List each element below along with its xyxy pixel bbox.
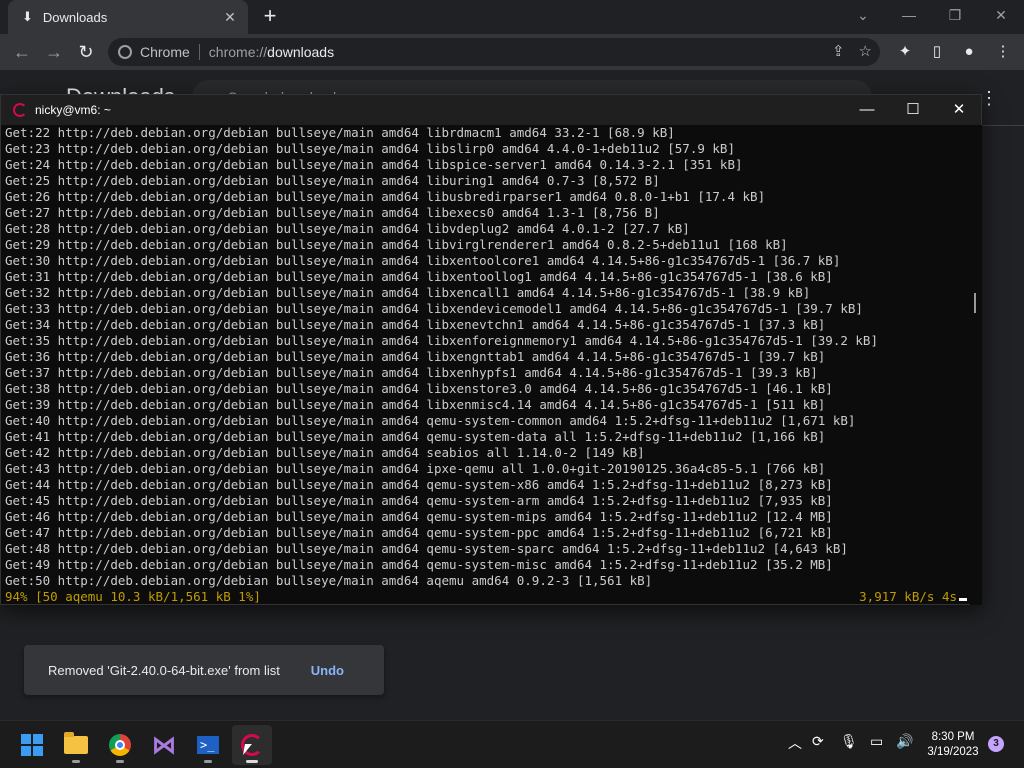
terminal-close-button[interactable]: ✕: [936, 98, 982, 122]
back-button[interactable]: ←: [10, 40, 34, 64]
terminal-title: nicky@vm6: ~: [35, 103, 111, 117]
omnibox-site-label: Chrome: [140, 44, 190, 60]
download-icon: ⬇: [22, 9, 33, 24]
tab-close-icon[interactable]: ✕: [222, 9, 238, 26]
tab-downloads[interactable]: ⬇ Downloads ✕: [8, 0, 248, 34]
taskbar-chrome[interactable]: [100, 725, 140, 765]
address-bar[interactable]: Chrome chrome:// downloads ⇪ ☆: [108, 38, 880, 66]
sync-icon[interactable]: ⟳: [812, 733, 824, 750]
terminal-maximize-button[interactable]: ☐: [890, 98, 936, 122]
terminal-line: Get:35 http://deb.debian.org/debian bull…: [5, 333, 878, 348]
terminal-cursor: [959, 598, 967, 601]
terminal-title-bar[interactable]: nicky@vm6: ~ — ☐ ✕: [1, 95, 981, 125]
system-clock[interactable]: 8:30 PM 3/19/2023: [920, 730, 986, 760]
downloads-menu-icon[interactable]: ⋮: [980, 88, 998, 109]
profile-icon[interactable]: ●: [958, 41, 980, 63]
restore-button[interactable]: ❐: [932, 4, 978, 28]
visual-studio-icon: ⋈: [152, 731, 176, 759]
terminal-line: Get:41 http://deb.debian.org/debian bull…: [5, 429, 826, 444]
start-button[interactable]: [12, 725, 52, 765]
menu-kebab-icon[interactable]: ⋮: [992, 41, 1014, 63]
terminal-scrollbar[interactable]: [970, 125, 982, 605]
taskbar: ⋈ >_ ︿ ⟳ 🎙 ▭ 🔊 8:30 PM 3/19/2023 3: [0, 720, 1024, 768]
windows-icon: [21, 734, 43, 756]
toast-message: Removed 'Git-2.40.0-64-bit.exe' from lis…: [48, 662, 280, 678]
running-indicator: [204, 760, 212, 763]
notification-badge[interactable]: 3: [988, 736, 1004, 752]
share-icon[interactable]: ⇪: [832, 42, 845, 60]
scrollbar-thumb[interactable]: [974, 293, 976, 313]
progress-status-line: 94% [50 aqemu 10.3 kB/1,561 kB 1%] 3,917…: [5, 589, 967, 605]
taskbar-powershell[interactable]: >_: [188, 725, 228, 765]
terminal-line: Get:25 http://deb.debian.org/debian bull…: [5, 173, 660, 188]
terminal-line: Get:23 http://deb.debian.org/debian bull…: [5, 141, 735, 156]
terminal-line: Get:30 http://deb.debian.org/debian bull…: [5, 253, 841, 268]
reload-button[interactable]: ↻: [74, 40, 98, 64]
tab-title: Downloads: [42, 9, 108, 25]
terminal-line: Get:48 http://deb.debian.org/debian bull…: [5, 541, 848, 556]
terminal-line: Get:27 http://deb.debian.org/debian bull…: [5, 205, 660, 220]
terminal-line: Get:24 http://deb.debian.org/debian bull…: [5, 157, 743, 172]
terminal-line: Get:33 http://deb.debian.org/debian bull…: [5, 301, 863, 316]
terminal-line: Get:28 http://deb.debian.org/debian bull…: [5, 221, 690, 236]
network-icon[interactable]: ▭: [870, 733, 883, 750]
chevron-up-icon[interactable]: ︿: [788, 733, 802, 753]
terminal-line: Get:44 http://deb.debian.org/debian bull…: [5, 477, 833, 492]
terminal-line: Get:45 http://deb.debian.org/debian bull…: [5, 493, 833, 508]
new-tab-button[interactable]: +: [258, 5, 282, 29]
terminal-line: Get:42 http://deb.debian.org/debian bull…: [5, 445, 645, 460]
taskbar-debian-terminal[interactable]: [232, 725, 272, 765]
terminal-line: Get:47 http://deb.debian.org/debian bull…: [5, 525, 833, 540]
omnibox-scheme: chrome://: [208, 44, 268, 60]
running-indicator: [116, 760, 124, 763]
side-panel-icon[interactable]: ▯: [926, 41, 948, 63]
terminal-minimize-button[interactable]: —: [844, 98, 890, 122]
bookmark-star-icon[interactable]: ☆: [859, 42, 872, 60]
terminal-line: Get:39 http://deb.debian.org/debian bull…: [5, 397, 826, 412]
progress-status-right: 3,917 kB/s 4s: [859, 589, 957, 604]
taskbar-file-explorer[interactable]: [56, 725, 96, 765]
omnibox-path: downloads: [267, 44, 335, 60]
terminal-line: Get:37 http://deb.debian.org/debian bull…: [5, 365, 818, 380]
terminal-line: Get:26 http://deb.debian.org/debian bull…: [5, 189, 766, 204]
terminal-line: Get:31 http://deb.debian.org/debian bull…: [5, 269, 833, 284]
terminal-lines: Get:22 http://deb.debian.org/debian bull…: [5, 125, 967, 589]
terminal-line: Get:29 http://deb.debian.org/debian bull…: [5, 237, 788, 252]
tab-strip: ⬇ Downloads ✕ + ⌄ — ❐ ✕: [0, 0, 1024, 34]
taskbar-visual-studio[interactable]: ⋈: [144, 725, 184, 765]
browser-toolbar: ← → ↻ Chrome chrome:// downloads ⇪ ☆ ✦ ▯…: [0, 34, 1024, 70]
close-button[interactable]: ✕: [978, 4, 1024, 28]
debian-icon: [13, 103, 27, 117]
terminal-line: Get:38 http://deb.debian.org/debian bull…: [5, 381, 833, 396]
clock-time: 8:30 PM: [931, 731, 975, 743]
terminal-line: Get:40 http://deb.debian.org/debian bull…: [5, 413, 856, 428]
chrome-icon: [118, 45, 132, 59]
terminal-line: Get:32 http://deb.debian.org/debian bull…: [5, 285, 811, 300]
terminal-line: Get:46 http://deb.debian.org/debian bull…: [5, 509, 833, 524]
microphone-icon[interactable]: 🎙: [840, 733, 858, 750]
terminal-line: Get:34 http://deb.debian.org/debian bull…: [5, 317, 826, 332]
volume-icon[interactable]: 🔊: [896, 733, 913, 750]
running-indicator: [72, 760, 80, 763]
folder-icon: [64, 732, 88, 754]
chrome-icon: [109, 734, 131, 756]
removed-toast: Removed 'Git-2.40.0-64-bit.exe' from lis…: [24, 645, 384, 695]
terminal-line: Get:49 http://deb.debian.org/debian bull…: [5, 557, 833, 572]
terminal-line: Get:43 http://deb.debian.org/debian bull…: [5, 461, 826, 476]
extensions-icon[interactable]: ✦: [894, 41, 916, 63]
powershell-icon: >_: [197, 736, 219, 754]
undo-button[interactable]: Undo: [311, 663, 344, 678]
minimize-button[interactable]: —: [886, 4, 932, 28]
terminal-line: Get:50 http://deb.debian.org/debian bull…: [5, 573, 653, 588]
terminal-window[interactable]: nicky@vm6: ~ — ☐ ✕ Get:22 http://deb.deb…: [0, 94, 982, 605]
clock-date: 3/19/2023: [927, 746, 979, 758]
forward-button[interactable]: →: [42, 40, 66, 64]
running-indicator: [246, 760, 258, 763]
terminal-line: Get:22 http://deb.debian.org/debian bull…: [5, 125, 675, 140]
progress-status-left: 94% [50 aqemu 10.3 kB/1,561 kB 1%]: [5, 589, 261, 604]
terminal-output[interactable]: Get:22 http://deb.debian.org/debian bull…: [1, 125, 967, 605]
terminal-line: Get:36 http://deb.debian.org/debian bull…: [5, 349, 826, 364]
omnibox-separator: [198, 44, 200, 60]
tab-search-icon[interactable]: ⌄: [840, 4, 886, 28]
